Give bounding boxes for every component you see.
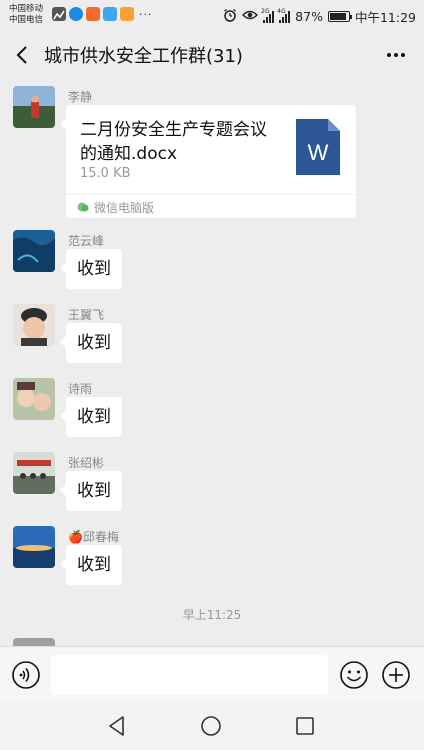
file-message-bubble[interactable]: 二月份安全生产专题会议的通知.docx 15.0 KB W 微信电脑版 [60,105,356,218]
back-button[interactable] [10,40,38,70]
system-status: 2G 4G 87% 中午11:29 [223,7,416,26]
carrier-1: 中国移动 [9,4,44,14]
alipay-icon [69,7,83,21]
chat-header: 城市供水安全工作群(31) [0,32,424,80]
circle-home-icon [201,716,221,736]
text-message-bubble[interactable]: 收到 [60,545,122,585]
wechat-icon [77,202,89,212]
ocean-avatar-icon [13,230,55,272]
clock: 中午11:29 [354,10,416,25]
status-bar: 中国移动 中国电信 ··· 2G 4G 87% 中午11:29 [0,0,424,32]
more-functions-button[interactable] [381,660,411,690]
input-bar [0,646,424,702]
chat-timestamp: 早上11:25 [182,608,242,622]
signal-icon-2: 4G [277,7,291,23]
voice-icon [12,661,40,689]
system-navigation-bar [0,702,424,750]
nav-back-button[interactable] [105,714,129,738]
text-message-bubble[interactable]: 收到 [60,397,122,437]
eye-icon [242,9,259,24]
more-dot-icon [401,53,405,57]
notification-icons: ··· [52,7,153,21]
alarm-icon [223,8,237,25]
more-notifications-icon: ··· [139,7,153,21]
battery-fill [329,13,346,20]
sender-name: 🍎邱春梅 [68,530,119,544]
file-name: 二月份安全生产专题会议的通知.docx [80,120,267,164]
more-dot-icon [387,53,391,57]
word-document-icon: W [296,119,340,175]
chat-title: 城市供水安全工作群(31) [44,46,243,67]
signal-1-label: 2G [261,7,270,15]
nav-recents-button[interactable] [293,714,317,738]
sender-name: 张绍彬 [68,456,105,470]
sender-name: 李静 [68,90,93,104]
plus-icon [382,661,410,689]
file-source: 微信电脑版 [66,194,356,218]
avatar[interactable] [13,452,55,494]
battery-icon [327,11,352,22]
voice-input-button[interactable] [11,660,41,690]
sunset-avatar-icon [13,526,55,568]
chart-app-icon [52,7,66,21]
avatar[interactable] [13,86,55,128]
sender-name: 王翼飞 [68,308,105,322]
group-photo-avatar-icon [13,452,55,494]
signal-2-label: 4G [277,7,286,15]
emoji-button[interactable] [339,660,369,690]
signal-icon-1: 2G [261,7,275,23]
avatar[interactable] [13,526,55,568]
video-app-icon [120,7,134,21]
avatar [13,638,55,646]
girls-avatar-icon [13,378,55,420]
file-source-label: 微信电脑版 [94,201,155,215]
sender-name: 诗雨 [68,382,93,396]
text-message-bubble[interactable]: 收到 [60,249,122,289]
taobao-icon [86,7,100,21]
battery-percent: 87% [295,9,323,24]
avatar[interactable] [13,230,55,272]
text-message-bubble[interactable]: 收到 [60,323,122,363]
more-dot-icon [394,53,398,57]
triangle-back-icon [109,716,124,736]
back-arrow-icon [16,46,27,64]
landscape-avatar-icon [13,86,55,128]
avatar[interactable] [13,304,55,346]
sender-name: 范云峰 [68,234,105,248]
nav-home-button[interactable] [199,714,223,738]
more-options-button[interactable] [382,42,410,68]
file-size: 15.0 KB [80,166,131,181]
square-recents-icon [296,717,314,735]
child-avatar-icon [13,304,55,346]
avatar[interactable] [13,378,55,420]
carrier-2: 中国电信 [9,15,44,25]
message-input[interactable] [51,655,328,695]
emoji-icon [340,661,368,689]
word-letter: W [308,140,329,165]
carrier-info: 中国移动 中国电信 [9,4,43,26]
text-message-bubble[interactable]: 收到 [60,471,122,511]
message-app-icon [103,7,117,21]
